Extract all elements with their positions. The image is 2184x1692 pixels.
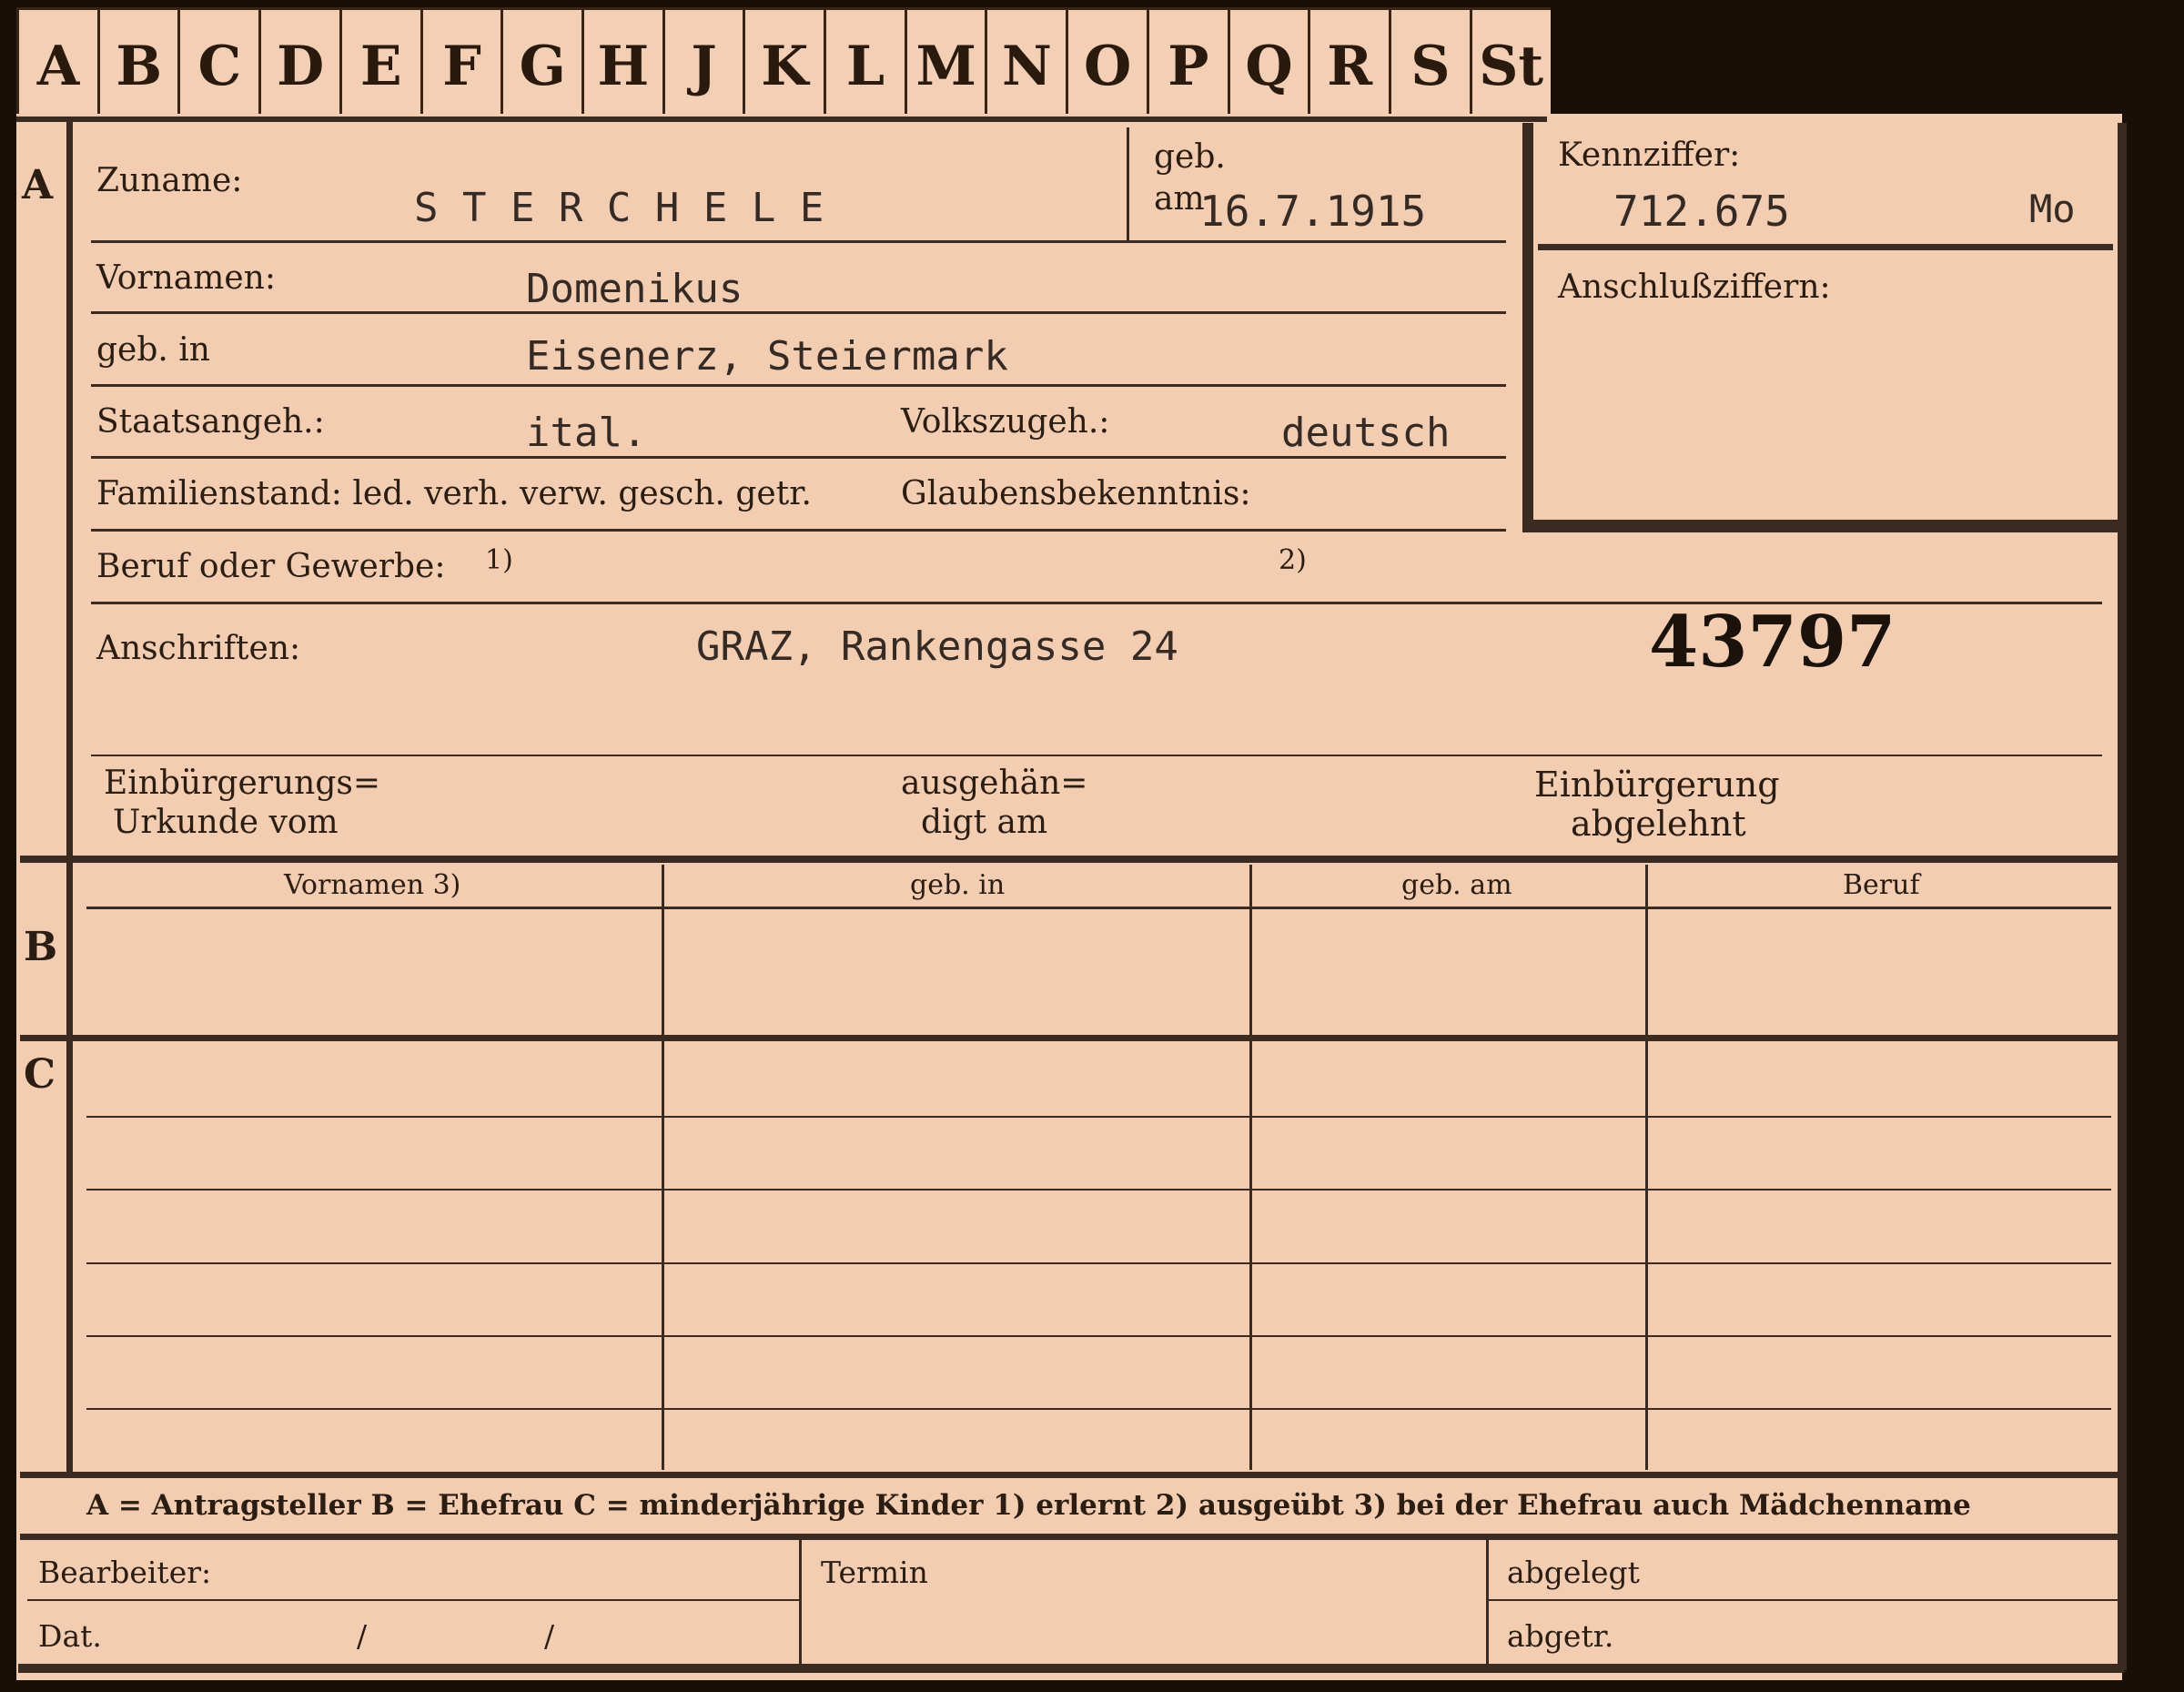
legend-top-rule (20, 1472, 2120, 1478)
ethnicity-value: deutsch (1281, 410, 1451, 456)
table-col-rule (1249, 865, 1252, 1470)
legend-bottom-rule (20, 1534, 2120, 1540)
kennziffer-box-bottom (1522, 520, 2119, 532)
index-tab[interactable]: M (904, 7, 986, 118)
legend: A = Antragsteller B = Ehefrau C = minder… (86, 1489, 1971, 1522)
birthplace-value: Eisenerz, Steiermark (526, 333, 1008, 380)
table-header-geb-in: geb. in (910, 869, 1006, 901)
kennziffer-label: Kennziffer: (1558, 137, 1741, 174)
anschriften-label: Anschriften: (96, 630, 301, 667)
index-tab[interactable]: Q (1227, 7, 1309, 118)
top-border (16, 117, 1547, 122)
ausgehaendigt-label-1: ausgehän= (901, 765, 1088, 802)
index-tab[interactable]: F (420, 7, 501, 118)
einbuergerungs-label-1: Einbürgerungs= (104, 765, 381, 802)
first-names-value: Domenikus (526, 266, 743, 312)
index-tab[interactable]: E (339, 7, 420, 118)
date-slash: / (357, 1618, 368, 1654)
section-b-letter: B (24, 924, 58, 970)
file-number: 43797 (1649, 601, 1896, 684)
abgetr-label: abgetr. (1507, 1618, 1614, 1654)
row-rule (91, 384, 1506, 387)
row-rule (91, 311, 1506, 314)
zuname-label: Zuname: (96, 162, 243, 199)
index-tab[interactable]: P (1146, 7, 1228, 118)
kennziffer-suffix: Mo (2029, 187, 2076, 231)
dat-label: Dat. (38, 1618, 102, 1654)
table-line (86, 1408, 2111, 1410)
footer-line (1489, 1599, 2118, 1601)
kennziffer-box-divider (1538, 244, 2113, 250)
table-left-rule (66, 860, 73, 1474)
table-col-rule (1645, 865, 1648, 1470)
index-tab[interactable]: C (177, 7, 259, 118)
table-header-rule (86, 907, 2111, 909)
einbuergerungs-label-2: Urkunde vom (113, 804, 339, 841)
footer-col-rule (1486, 1538, 1489, 1666)
familienstand-label: Familienstand: led. verh. verw. gesch. g… (96, 475, 812, 512)
citizenship-value: ital. (526, 410, 647, 456)
einbuergerung-abgelehnt-2: abgelehnt (1571, 804, 1746, 844)
address-value: GRAZ, Rankengasse 24 (696, 623, 1178, 670)
index-tab[interactable]: K (743, 7, 824, 118)
beruf-label: Beruf oder Gewerbe: (96, 548, 446, 585)
section-c-letter: C (24, 1051, 56, 1098)
index-tab[interactable]: J (662, 7, 743, 118)
geb-am-label-bottom: am (1154, 180, 1205, 218)
table-header-geb-am: geb. am (1401, 869, 1512, 901)
row-rule (91, 755, 2102, 756)
kennziffer-box-left (1522, 123, 1533, 532)
section-b-top-rule (20, 856, 2120, 863)
index-tab[interactable]: St (1469, 7, 1551, 118)
footnote-1: 1) (485, 544, 513, 576)
index-tab[interactable]: R (1308, 7, 1390, 118)
table-header-vornamen: Vornamen 3) (284, 869, 461, 901)
index-tab[interactable]: D (258, 7, 340, 118)
table-col-rule (662, 865, 664, 1470)
section-c-top-rule (20, 1035, 2120, 1041)
table-line (86, 1189, 2111, 1190)
row-rule (91, 456, 1506, 459)
index-tab[interactable]: H (581, 7, 662, 118)
termin-label: Termin (821, 1555, 928, 1590)
geb-am-label-top: geb. (1154, 138, 1226, 176)
geb-in-label: geb. in (96, 331, 210, 369)
staatsangeh-label: Staatsangeh.: (96, 403, 325, 441)
table-header-beruf: Beruf (1843, 869, 1920, 901)
bottom-border (18, 1664, 2125, 1673)
birth-date-value: 16.7.1915 (1199, 187, 1427, 236)
zuname-divider (1127, 127, 1129, 241)
date-slash: / (544, 1618, 555, 1654)
table-line (86, 1335, 2111, 1337)
footer-col-rule (799, 1538, 802, 1666)
index-tab[interactable]: S (1388, 7, 1470, 118)
index-tab[interactable]: G (500, 7, 582, 118)
row-rule (91, 529, 1506, 532)
section-a-left-rule (66, 118, 73, 856)
surname-value: S T E R C H E L E (414, 185, 824, 231)
kennziffer-value: 712.675 (1613, 187, 1790, 236)
volkszugeh-label: Volkszugeh.: (901, 403, 1110, 441)
right-border (2118, 123, 2127, 1670)
footnote-2: 2) (1279, 544, 1307, 576)
table-line (86, 1116, 2111, 1118)
table-line (86, 1262, 2111, 1264)
row-rule (91, 240, 1506, 243)
index-tab[interactable]: A (16, 7, 97, 118)
index-tab[interactable]: B (96, 7, 178, 118)
bearbeiter-label: Bearbeiter: (38, 1555, 212, 1590)
footer-line (27, 1599, 799, 1601)
index-tab[interactable]: O (1066, 7, 1148, 118)
anschlussziffern-label: Anschlußziffern: (1558, 268, 1831, 306)
vornamen-label: Vornamen: (96, 259, 276, 297)
section-a-letter: A (22, 162, 54, 208)
ausgehaendigt-label-2: digt am (921, 804, 1048, 841)
einbuergerung-abgelehnt-1: Einbürgerung (1534, 765, 1780, 805)
abgelegt-label: abgelegt (1507, 1555, 1640, 1590)
index-tab[interactable]: L (824, 7, 905, 118)
glaubensbekenntnis-label: Glaubensbekenntnis: (901, 475, 1251, 512)
index-tab[interactable]: N (985, 7, 1067, 118)
